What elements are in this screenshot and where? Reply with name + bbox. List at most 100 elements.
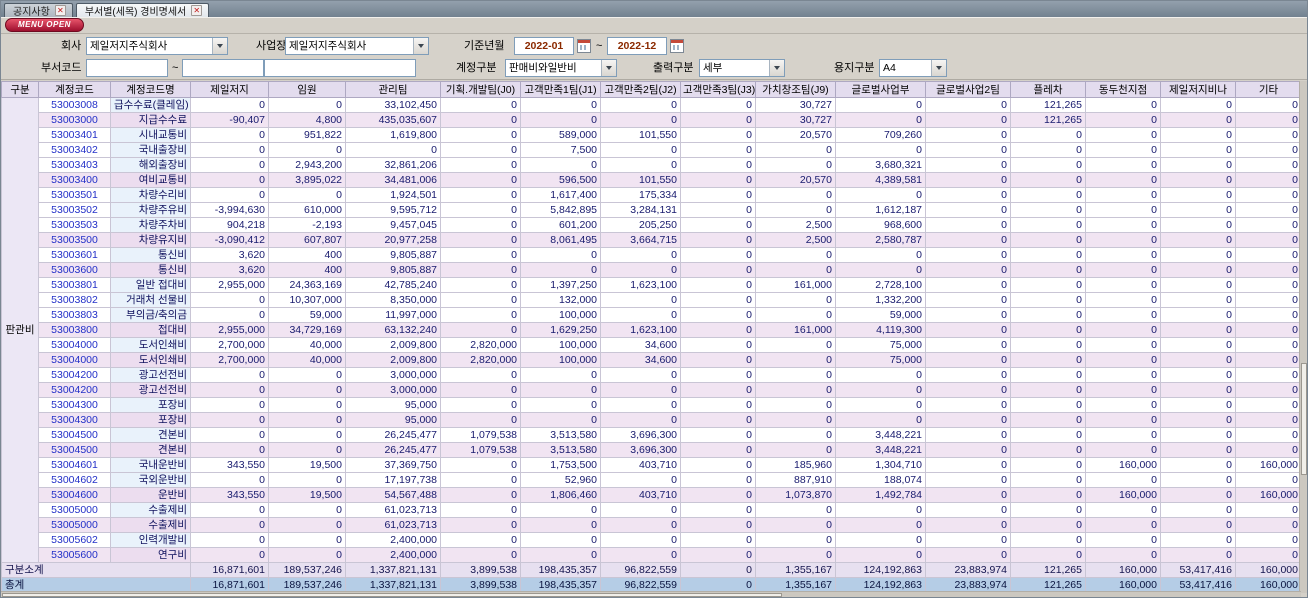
column-header[interactable]: 가치창조팀(J9) (755, 81, 836, 98)
column-header[interactable]: 제일저지비나 (1160, 81, 1236, 98)
amount-cell: 0 (680, 352, 756, 368)
horizontal-scrollbar-thumb[interactable] (2, 593, 782, 597)
column-header[interactable]: 제일저지 (190, 81, 269, 98)
amount-cell: -3,090,412 (190, 232, 269, 248)
column-header[interactable]: 글로벌사업부 (835, 81, 926, 98)
table-row[interactable]: 53003402 국내출장비 0 0 0 0 7,500 0 0 0 0 0 0 0 0 0 (2, 142, 1302, 158)
amount-cell: 0 (680, 97, 756, 113)
dept-name-display[interactable] (264, 59, 416, 77)
section-subtotal-row[interactable]: 구분소계 16,871,601 189,537,246 1,337,821,131 3,… (1, 562, 1302, 578)
table-row[interactable]: 53005602 인력개발비 0 0 2,400,000 0 0 0 0 0 0 0 0 0 0 0 (2, 532, 1302, 548)
table-row[interactable]: 53004600 운반비 343,550 19,500 54,567,488 0 1,806… (2, 487, 1302, 503)
amount-cell: 0 (1085, 277, 1161, 293)
table-row[interactable]: 53003800 접대비 2,955,000 34,729,169 63,132,240… (2, 322, 1302, 338)
column-header[interactable]: 기타 (1235, 81, 1302, 98)
dept-code-to-input[interactable] (182, 59, 264, 77)
amount-cell: 0 (1010, 337, 1086, 353)
table-row[interactable]: 53003600 통신비 3,620 400 9,805,887 0 0 0 0 0 0 0 0 0 0 0 (2, 262, 1302, 278)
amount-cell: 0 (268, 187, 346, 203)
amount-cell: 2,700,000 (190, 337, 269, 353)
table-row[interactable]: 53004000 도서인쇄비 2,700,000 40,000 2,009,800 2,8… (2, 352, 1302, 368)
amount-cell: 0 (1010, 157, 1086, 173)
amount-cell: 9,595,712 (345, 202, 441, 218)
account-name: 차량수리비 (110, 187, 191, 203)
amount-cell: 0 (1085, 352, 1161, 368)
amount-cell: 0 (925, 457, 1011, 473)
table-row[interactable]: 53003803 부의금/축의금 0 59,000 11,997,000 0 100,000… (2, 307, 1302, 323)
amount-cell: 75,000 (835, 337, 926, 353)
amount-cell: 1,623,100 (600, 322, 681, 338)
table-row[interactable]: 53003801 일반 접대비 2,955,000 24,363,169 42,785,… (2, 277, 1302, 293)
table-row[interactable]: 53003802 거래처 선물비 0 10,307,000 8,350,000 0 132,… (2, 292, 1302, 308)
table-row[interactable]: 53003401 시내교통비 0 951,822 1,619,800 0 589,000 10… (2, 127, 1302, 143)
table-row[interactable]: 53003000 지급수수료 -90,407 4,800 435,035,607 0 0 0 0… (2, 112, 1302, 128)
horizontal-scrollbar[interactable] (1, 591, 1301, 597)
menu-open-button[interactable]: MENU OPEN (5, 18, 84, 32)
table-row[interactable]: 53005000 수출제비 0 0 61,023,713 0 0 0 0 0 0 0 0 0 0 0 (2, 502, 1302, 518)
table-row[interactable]: 53005600 연구비 0 0 2,400,000 0 0 0 0 0 0 0 0 0 0 0 (2, 547, 1302, 563)
table-row[interactable]: 53003400 여비교통비 0 3,895,022 34,481,006 0 596,50… (2, 172, 1302, 188)
column-header[interactable]: 구분 (1, 81, 39, 98)
account-code: 53004200 (38, 367, 111, 383)
close-icon[interactable]: ✕ (191, 5, 203, 16)
table-row[interactable]: 53004300 포장비 0 0 95,000 0 0 0 0 0 0 0 0 0 0 0 (2, 412, 1302, 428)
amount-cell: 596,500 (520, 172, 601, 188)
calendar-icon[interactable] (670, 39, 684, 53)
calendar-icon[interactable] (577, 39, 591, 53)
amount-cell: 0 (268, 397, 346, 413)
amount-cell: 0 (1160, 217, 1236, 233)
table-row[interactable]: 53003502 차량주유비 -3,994,630 610,000 9,595,712 0… (2, 202, 1302, 218)
amount-cell: 4,800 (268, 112, 346, 128)
column-header[interactable]: 계정코드명 (110, 81, 191, 98)
account-name: 인력개발비 (110, 532, 191, 548)
column-header[interactable]: 고객만족2팀(J2) (600, 81, 681, 98)
column-header[interactable]: 글로벌사업2팀 (925, 81, 1011, 98)
table-row[interactable]: 53003501 차량수리비 0 0 1,924,501 0 1,617,400 175,33… (2, 187, 1302, 203)
table-row[interactable]: 53004200 광고선전비 0 0 3,000,000 0 0 0 0 0 0 0 0 0 0 0 (2, 367, 1302, 383)
paper-type-select[interactable]: A4 (879, 59, 947, 77)
account-code: 53003803 (38, 307, 111, 323)
amount-cell: 0 (600, 142, 681, 158)
column-header[interactable]: 관리팀 (345, 81, 441, 98)
amount-cell: 175,334 (600, 187, 681, 203)
output-type-select[interactable]: 세부 (699, 59, 785, 77)
table-row[interactable]: 53004000 도서인쇄비 2,700,000 40,000 2,009,800 2,8… (2, 337, 1302, 353)
column-header[interactable]: 계정코드 (38, 81, 111, 98)
table-row[interactable]: 53004500 견본비 0 0 26,245,477 1,079,538 3,513,58… (2, 427, 1302, 443)
column-header[interactable]: 고객만족3팀(J3) (680, 81, 756, 98)
dept-code-from-input[interactable] (86, 59, 168, 77)
period-from-input[interactable] (514, 37, 574, 55)
period-to-input[interactable] (607, 37, 667, 55)
company-select[interactable]: 제일저지주식회사 (86, 37, 228, 55)
column-header[interactable]: 플레차 (1010, 81, 1086, 98)
account-name: 지급수수료 (110, 112, 191, 128)
workplace-select[interactable]: 제일저지주식회사 (285, 37, 429, 55)
vertical-scrollbar-thumb[interactable] (1301, 362, 1307, 476)
table-row[interactable]: 53003403 해외출장비 0 2,943,200 32,861,206 0 0 0 0 0 3,… (2, 157, 1302, 173)
amount-cell: 121,265 (1010, 112, 1086, 128)
tab-expense-report[interactable]: 부서별(세목) 경비명세서 ✕ (75, 3, 210, 18)
table-row[interactable]: 53003500 차량유지비 -3,090,412 607,807 20,977,258… (2, 232, 1302, 248)
table-row[interactable]: 53003601 통신비 3,620 400 9,805,887 0 0 0 0 0 0 0 0 0 0 0 (2, 247, 1302, 263)
table-row[interactable]: 53004602 국외운반비 0 0 17,197,738 0 52,960 0 0 887,91… (2, 472, 1302, 488)
vertical-scrollbar[interactable] (1299, 81, 1307, 593)
column-header[interactable]: 고객만족1팀(J1) (520, 81, 601, 98)
amount-cell: 0 (190, 517, 269, 533)
table-row[interactable]: 53005000 수출제비 0 0 61,023,713 0 0 0 0 0 0 0 0 0 0 0 (2, 517, 1302, 533)
table-row[interactable]: 53004300 포장비 0 0 95,000 0 0 0 0 0 0 0 0 0 0 0 (2, 397, 1302, 413)
table-row[interactable]: 53004601 국내운반비 343,550 19,500 37,369,750 0 1,7… (2, 457, 1302, 473)
close-icon[interactable]: ✕ (54, 5, 66, 16)
column-header[interactable]: 임원 (268, 81, 346, 98)
amount-cell: 601,200 (520, 217, 601, 233)
column-header[interactable]: 기획.개발팀(J0) (440, 81, 521, 98)
account-code: 53003501 (38, 187, 111, 203)
table-row[interactable]: 53004200 광고선전비 0 0 3,000,000 0 0 0 0 0 0 0 0 0 0 0 (2, 382, 1302, 398)
column-header[interactable]: 동두천지점 (1085, 81, 1161, 98)
table-row[interactable]: 판관비 53003008 급수수료(클레임) 0 0 33,102,450 0 0 0 0 30,7… (1, 97, 1302, 563)
amount-cell: 0 (835, 187, 926, 203)
table-row[interactable]: 53003503 차량주차비 904,218 -2,193 9,457,045 0 601,… (2, 217, 1302, 233)
tab-notice[interactable]: 공지사항 ✕ (4, 3, 73, 18)
table-row[interactable]: 53004500 견본비 0 0 26,245,477 1,079,538 3,513,58… (2, 442, 1302, 458)
amount-cell: 0 (440, 502, 521, 518)
account-type-select[interactable]: 판매비와일반비 (505, 59, 617, 77)
